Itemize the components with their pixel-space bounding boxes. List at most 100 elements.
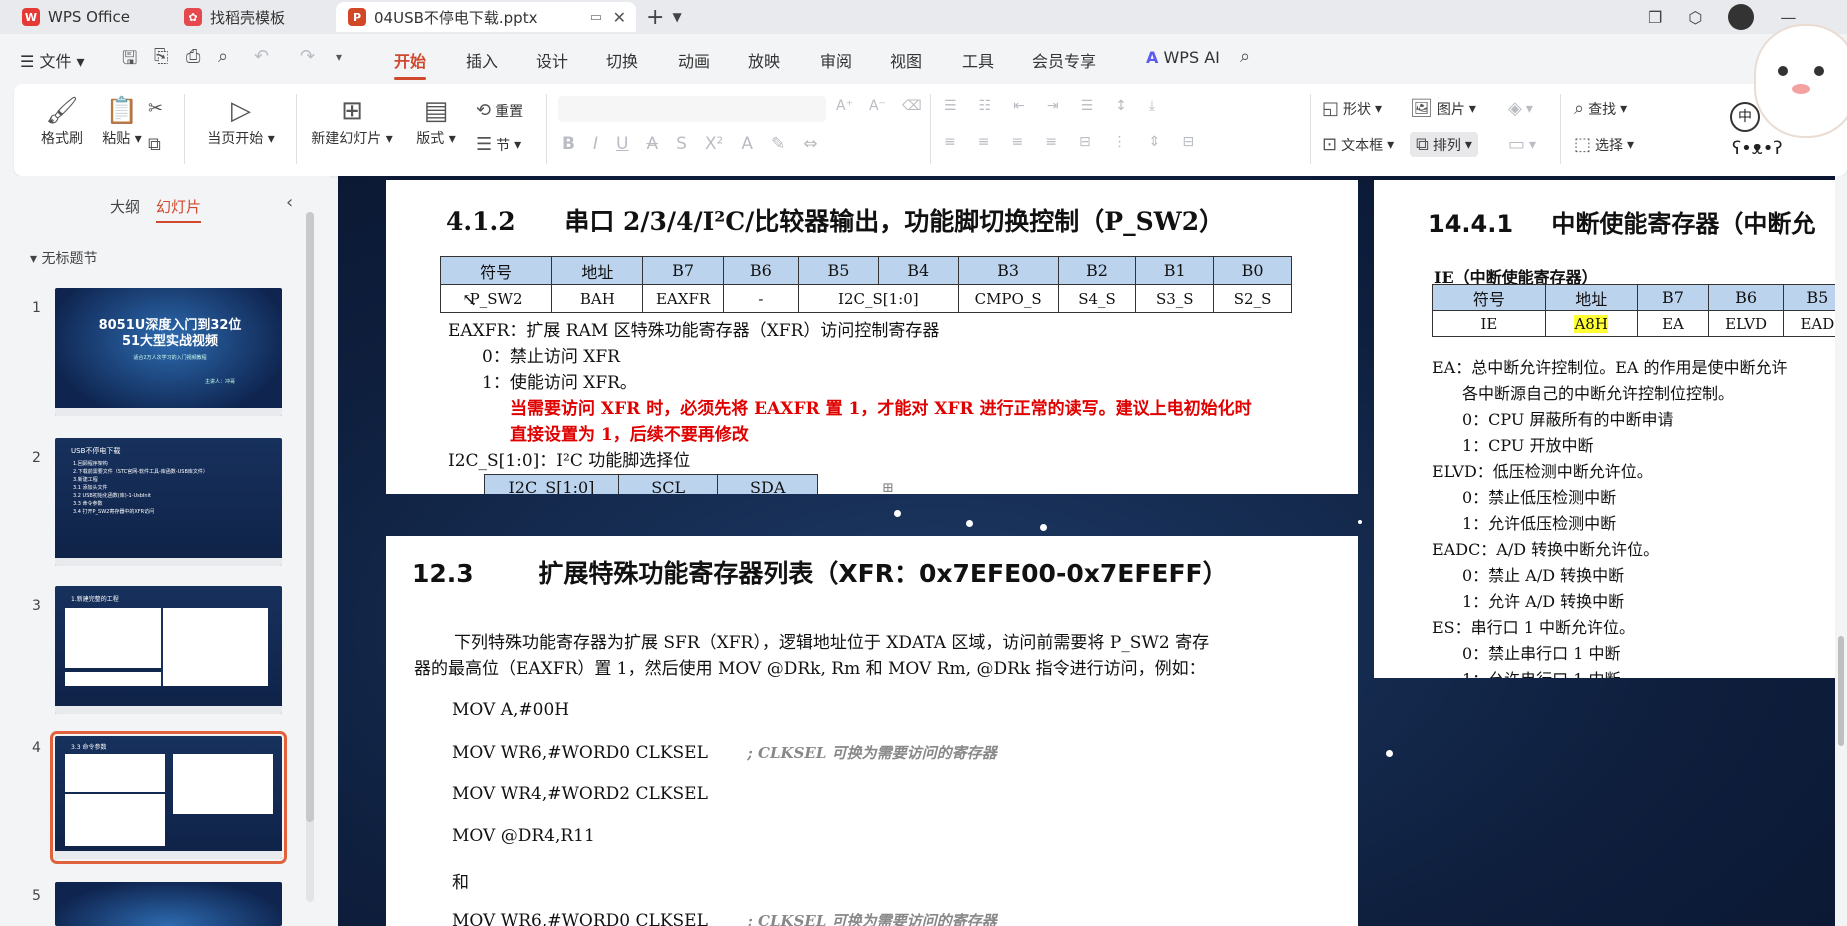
canvas-scrollbar[interactable] [1835, 176, 1847, 926]
align-right-icon[interactable]: ≡ [1011, 134, 1023, 150]
shape-button[interactable]: ◱ 形状 ▾ [1322, 98, 1382, 119]
underline-icon[interactable]: U [616, 134, 628, 154]
slide-thumbnail-1[interactable]: 8051U深度入门到32位51大型实战视频 适合2万人次学习的入门视频教程 主讲… [55, 288, 282, 416]
chevron-down-icon[interactable]: ▼ [672, 10, 681, 24]
format-painter-button[interactable]: 🖌 格式刷 [32, 94, 92, 148]
layout-button[interactable]: ▤ 版式 ▾ [406, 94, 466, 148]
font-grow-icon[interactable]: A⁺ [836, 98, 853, 114]
picture-button[interactable]: 🖼 图片 ▾ [1410, 98, 1476, 119]
bear-icon[interactable]: ʕ•ᴥ•ʔ [1732, 138, 1783, 159]
redo-icon[interactable]: ↷ [300, 46, 315, 67]
slide-thumbnail-3[interactable]: 1.新建完整的工程 [55, 586, 282, 714]
arrange-button[interactable]: ⧉ 排列 ▾ [1410, 132, 1478, 157]
tab-slides[interactable]: 幻灯片 [156, 196, 202, 223]
slide-thumbnail-4[interactable]: 3.3 命令参数 [50, 731, 287, 864]
panel-scroll-thumb[interactable] [306, 212, 314, 822]
tab-animation[interactable]: 动画 [678, 48, 710, 72]
tab-insert[interactable]: 插入 [466, 48, 498, 72]
slide-thumbnail-2[interactable]: USB不停电下载 1.回顾程序架构 2.下载前需要文件（STC官网-软件工具-库… [55, 438, 282, 566]
tab-member[interactable]: 会员专享 [1032, 48, 1096, 72]
section-button[interactable]: ☰ 节 ▾ [476, 134, 521, 155]
find-button[interactable]: ⌕ 查找 ▾ [1574, 98, 1627, 119]
table-cell: B6 [722, 256, 800, 285]
play-from-current-button[interactable]: ▷ 当页开始 ▾ [196, 94, 286, 148]
export-icon[interactable]: ⎘ [154, 46, 168, 67]
restore-icon[interactable]: ❐ [1648, 8, 1662, 27]
doc-image-xfr-list: 12.3 扩展特殊功能寄存器列表（XFR：0x7EFE00-0x7EFEFF） … [386, 536, 1358, 926]
indent-icon[interactable]: ⇥ [1047, 98, 1059, 114]
panel-scrollbar[interactable] [306, 212, 314, 902]
new-tab-button[interactable]: + [646, 5, 664, 30]
columns-icon[interactable]: ⋮ [1113, 134, 1127, 150]
tab-review[interactable]: 审阅 [820, 48, 852, 72]
char-spacing-icon[interactable]: ⇔ [803, 134, 817, 154]
align-left-icon[interactable]: ≡ [944, 134, 956, 150]
cube-icon[interactable]: ⬡ [1688, 8, 1702, 27]
tab-view[interactable]: 视图 [890, 48, 922, 72]
slide-thumbnail-5[interactable] [55, 882, 282, 926]
outdent-icon[interactable]: ⇤ [1013, 98, 1025, 114]
tab-design[interactable]: 设计 [536, 48, 568, 72]
tab-tools[interactable]: 工具 [962, 48, 994, 72]
tab-pptx[interactable]: P 04USB不停电下载.pptx ▭ ✕ [336, 2, 636, 32]
para-spacing-icon[interactable]: ⇕ [1149, 134, 1161, 150]
side-badge[interactable]: 中 [1730, 102, 1760, 132]
table-cell: S4_S [1057, 284, 1137, 313]
save-icon[interactable]: 🖫 [122, 46, 137, 76]
highlight-icon[interactable]: ✎ [771, 134, 785, 154]
highlighted-address: A8H [1574, 314, 1608, 333]
outline-button[interactable]: ▭ ▾ [1508, 134, 1536, 155]
bullet-list-icon[interactable]: ☰ [944, 98, 957, 114]
screen-icon[interactable]: ▭ [590, 10, 602, 25]
minimize-icon[interactable]: — [1780, 8, 1796, 27]
thumb-list-item: 2.下载前需要文件（STC官网-软件工具-库函数-USB库文件） [73, 469, 208, 475]
print-preview-icon[interactable]: ⌕ [218, 46, 228, 67]
font-shrink-icon[interactable]: A⁻ [869, 98, 886, 114]
search-icon[interactable]: ⌕ [1240, 46, 1250, 67]
italic-icon[interactable]: I [593, 134, 598, 154]
text-direction-icon[interactable]: ⤓ [1149, 98, 1155, 114]
text-align-icon[interactable]: ☰ [1081, 98, 1094, 114]
slide-canvas[interactable]: 4.1.2 串口 2/3/4/I²C/比较器输出，功能脚切换控制（P_SW2） … [338, 176, 1835, 926]
new-slide-button[interactable]: ⊞ 新建幻灯片 ▾ [302, 94, 402, 148]
canvas-scroll-thumb[interactable] [1838, 636, 1844, 746]
file-menu[interactable]: ☰ 文件 ▾ [20, 48, 85, 72]
distribute-icon[interactable]: ⊟ [1079, 134, 1091, 150]
numbered-list-icon[interactable]: ☷ [979, 98, 992, 114]
textbox-button[interactable]: ⊡ 文本框 ▾ [1322, 134, 1394, 155]
tab-wps-office[interactable]: W WPS Office [10, 2, 170, 32]
close-tab-icon[interactable]: ✕ [613, 8, 626, 27]
tab-outline[interactable]: 大纲 [110, 196, 140, 217]
wps-ai-button[interactable]: A WPS AI [1146, 48, 1220, 67]
align-center-icon[interactable]: ≡ [978, 134, 990, 150]
print-icon[interactable]: ⎙ [186, 46, 200, 67]
shadow-icon[interactable]: S [676, 134, 687, 154]
line-spacing-icon[interactable]: ↕ [1115, 98, 1127, 114]
tab-slideshow[interactable]: 放映 [748, 48, 780, 72]
code-conjunction: 和 [452, 873, 469, 893]
shape-label: 形状 [1343, 101, 1372, 118]
superscript-icon[interactable]: X² [705, 134, 723, 154]
vertical-align-icon[interactable]: ⊟ [1182, 134, 1194, 150]
table-tool-icon[interactable]: ⊞ [882, 480, 894, 494]
reset-button[interactable]: ⟲ 重置 [476, 100, 523, 121]
fill-button[interactable]: ◈ ▾ [1508, 98, 1533, 119]
paste-button[interactable]: 📋 粘贴 ▾ [92, 94, 152, 148]
strikethrough-icon[interactable]: A [646, 134, 658, 154]
section-header[interactable]: ▾ 无标题节 [30, 248, 97, 268]
collapse-panel-icon[interactable]: ‹ [286, 192, 293, 213]
clear-format-icon[interactable]: ⌫ [902, 98, 922, 114]
more-icon[interactable]: ▾ [336, 50, 342, 64]
tab-template[interactable]: ✿ 找稻壳模板 [172, 2, 332, 32]
cut-button[interactable]: ✂ [148, 98, 163, 119]
select-button[interactable]: ⬚ 选择 ▾ [1574, 134, 1634, 155]
undo-icon[interactable]: ↶ [254, 46, 269, 67]
font-color-icon[interactable]: A [741, 134, 753, 154]
font-family-select[interactable] [558, 96, 826, 122]
tab-transition[interactable]: 切换 [606, 48, 638, 72]
tab-home[interactable]: 开始 [394, 48, 427, 80]
avatar[interactable] [1728, 4, 1755, 30]
copy-button[interactable]: ⧉ [148, 134, 161, 155]
justify-icon[interactable]: ≡ [1045, 134, 1057, 150]
bold-icon[interactable]: B [562, 134, 575, 154]
